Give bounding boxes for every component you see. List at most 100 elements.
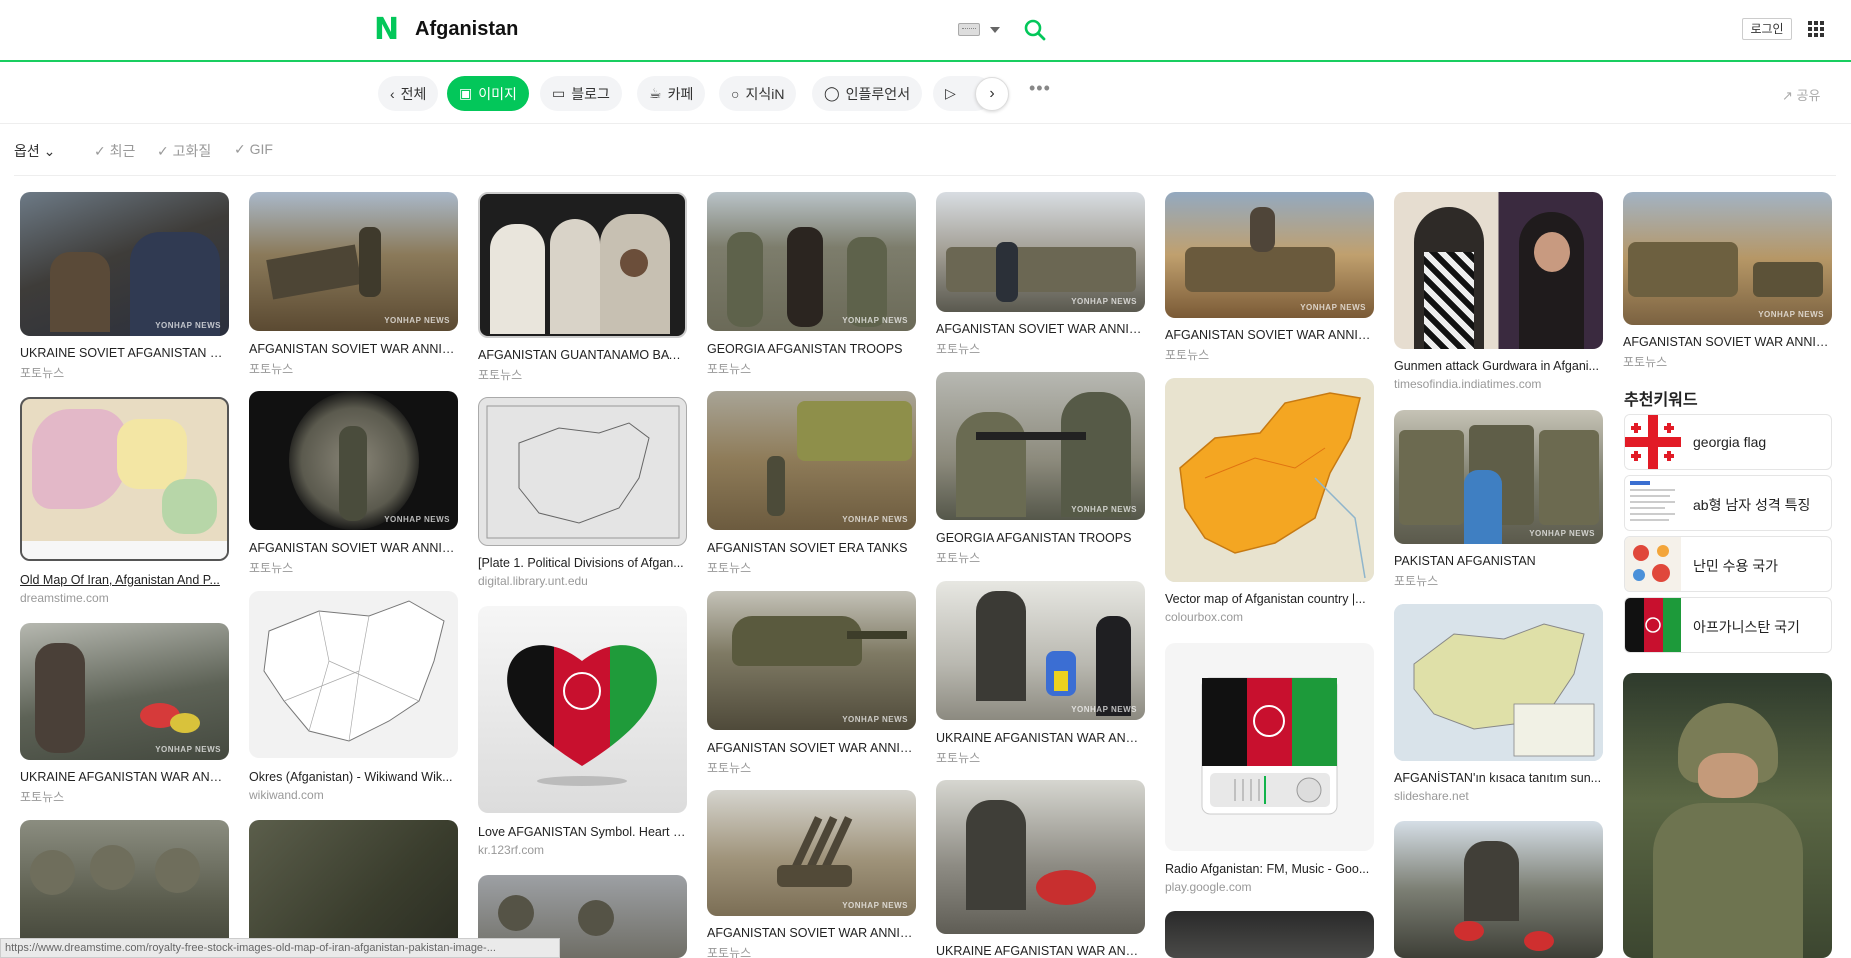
image-source[interactable]: 포토뉴스 [1394, 572, 1438, 589]
image-thumbnail[interactable]: YONHAP NEWS [707, 790, 916, 916]
image-thumbnail[interactable] [1623, 673, 1832, 958]
image-caption[interactable]: AFGANISTAN SOVIET WAR ANNIV... [707, 741, 917, 755]
image-caption[interactable]: AFGANISTAN SOVIET WAR ANNIV... [707, 926, 917, 940]
tab-all[interactable]: ‹ 전체 [378, 76, 439, 111]
image-source[interactable]: 포토뉴스 [936, 549, 980, 566]
image-source[interactable]: digital.library.unt.edu [478, 574, 588, 588]
image-caption[interactable]: UKRAINE AFGANISTAN WAR ANNI... [936, 731, 1146, 745]
image-thumbnail[interactable] [1394, 192, 1603, 349]
image-thumbnail[interactable]: YONHAP NEWS [20, 623, 229, 760]
recommended-keyword[interactable]: ab형 남자 성격 특징 [1624, 475, 1832, 531]
image-source[interactable]: slideshare.net [1394, 789, 1469, 803]
image-caption[interactable]: AFGANISTAN SOVIET WAR ANNIV... [249, 342, 459, 356]
image-source[interactable]: 포토뉴스 [707, 360, 751, 377]
naver-logo[interactable]: N [374, 15, 401, 45]
image-thumbnail[interactable]: YONHAP NEWS [707, 391, 916, 530]
image-thumbnail[interactable]: YONHAP NEWS [249, 192, 458, 331]
image-thumbnail[interactable]: YONHAP NEWS [936, 372, 1145, 520]
image-thumbnail[interactable] [1394, 604, 1603, 761]
image-thumbnail[interactable] [936, 780, 1145, 934]
image-caption[interactable]: [Plate 1. Political Divisions of Afgan..… [478, 556, 688, 570]
image-caption[interactable]: AFGANISTAN SOVIET WAR ANNIV... [1165, 328, 1375, 342]
image-thumbnail[interactable]: YONHAP NEWS [936, 192, 1145, 312]
image-thumbnail[interactable] [478, 397, 687, 546]
image-thumbnail[interactable] [1165, 643, 1374, 851]
search-query[interactable]: Afganistan [415, 18, 518, 41]
filter-recent[interactable]: ✓ 최근 [94, 141, 135, 161]
image-thumbnail[interactable]: YONHAP NEWS [20, 192, 229, 336]
keyboard-icon[interactable] [958, 23, 980, 36]
image-caption[interactable]: Radio Afganistan: FM, Music - Goo... [1165, 862, 1375, 876]
recommended-keyword[interactable]: georgia flag [1624, 414, 1832, 470]
image-caption[interactable]: UKRAINE AFGANISTAN WAR ANNI... [20, 770, 230, 784]
image-caption[interactable]: PAKISTAN AFGANISTAN [1394, 554, 1604, 568]
image-source[interactable]: dreamstime.com [20, 591, 109, 605]
tabs-next-button[interactable]: › [975, 77, 1009, 111]
image-thumbnail[interactable]: YONHAP NEWS [1394, 410, 1603, 544]
share-button[interactable]: ↗ 공유 [1782, 85, 1820, 104]
image-caption[interactable]: Okres (Afganistan) - Wikiwand Wik... [249, 770, 459, 784]
image-thumbnail[interactable]: YONHAP NEWS [1165, 192, 1374, 318]
tab-influencer[interactable]: ◯ 인플루언서 [812, 76, 923, 111]
image-source[interactable]: wikiwand.com [249, 788, 324, 802]
image-thumbnail[interactable] [249, 591, 458, 758]
image-thumbnail[interactable]: YONHAP NEWS [1623, 192, 1832, 325]
image-caption[interactable]: Gunmen attack Gurdwara in Afgani... [1394, 359, 1604, 373]
image-source[interactable]: 포토뉴스 [936, 340, 980, 357]
image-source[interactable]: 포토뉴스 [707, 559, 751, 576]
options-toggle[interactable]: 옵션 ⌄ [14, 141, 55, 161]
image-thumbnail[interactable]: YONHAP NEWS [936, 581, 1145, 720]
image-source[interactable]: 포토뉴스 [20, 364, 64, 381]
apps-grid-icon[interactable] [1808, 21, 1824, 37]
image-caption[interactable]: Old Map Of Iran, Afganistan And P... [20, 573, 230, 587]
image-caption[interactable]: Vector map of Afganistan country |... [1165, 592, 1375, 606]
image-caption[interactable]: Love AFGANISTAN Symbol. Heart F... [478, 825, 688, 839]
image-source[interactable]: 포토뉴스 [20, 788, 64, 805]
image-thumbnail[interactable] [1165, 911, 1374, 958]
image-source[interactable]: 포토뉴스 [936, 749, 980, 766]
image-caption[interactable]: UKRAINE AFGANISTAN WAR ANNI... [936, 944, 1146, 958]
image-source[interactable]: 포토뉴스 [707, 944, 751, 958]
image-caption[interactable]: AFGANİSTAN'ın kısaca tanıtım sun... [1394, 771, 1604, 785]
image-thumbnail[interactable] [1165, 378, 1374, 582]
recommended-keyword[interactable]: 난민 수용 국가 [1624, 536, 1832, 592]
image-thumbnail[interactable]: YONHAP NEWS [707, 591, 916, 730]
image-source[interactable]: 포토뉴스 [1623, 353, 1667, 370]
image-caption[interactable]: GEORGIA AFGANISTAN TROOPS [936, 531, 1146, 545]
image-thumbnail[interactable]: YONHAP NEWS [249, 391, 458, 530]
image-source[interactable]: timesofindia.indiatimes.com [1394, 377, 1541, 391]
search-icon[interactable] [1024, 19, 1046, 41]
tab-label: 카페 [667, 85, 694, 102]
image-source[interactable]: 포토뉴스 [707, 759, 751, 776]
image-thumbnail[interactable] [478, 192, 687, 338]
image-caption[interactable]: AFGANISTAN SOVIET ERA TANKS [707, 541, 917, 555]
tab-cafe[interactable]: ☕ 카페 [637, 76, 706, 111]
image-thumbnail[interactable]: YONHAP NEWS [707, 192, 916, 331]
filter-hires[interactable]: ✓ 고화질 [157, 141, 211, 161]
image-thumbnail[interactable] [20, 397, 229, 561]
recommended-keyword[interactable]: 아프가니스탄 국기 [1624, 597, 1832, 653]
image-caption[interactable]: AFGANISTAN SOVIET WAR ANNIV... [936, 322, 1146, 336]
login-button[interactable]: 로그인 [1742, 18, 1792, 40]
tab-blog[interactable]: ▭ 블로그 [540, 76, 622, 111]
tab-kin[interactable]: ○ 지식iN [719, 76, 797, 111]
tab-images[interactable]: ▣ 이미지 [447, 76, 529, 111]
image-source[interactable]: play.google.com [1165, 880, 1252, 894]
chevron-down-icon[interactable] [990, 27, 1000, 33]
image-thumbnail[interactable] [1394, 821, 1603, 958]
image-caption[interactable]: AFGANISTAN SOVIET WAR ANNIV... [249, 541, 459, 555]
image-caption[interactable]: UKRAINE SOVIET AFGANISTAN W... [20, 346, 230, 360]
filter-gif[interactable]: ✓ GIF [234, 141, 273, 158]
image-source[interactable]: 포토뉴스 [478, 366, 522, 383]
image-thumbnail[interactable] [478, 606, 687, 813]
image-source[interactable]: 포토뉴스 [249, 360, 293, 377]
image-source[interactable]: 포토뉴스 [1165, 346, 1209, 363]
image-caption[interactable]: AFGANISTAN SOVIET WAR ANNIV... [1623, 335, 1833, 349]
image-source[interactable]: 포토뉴스 [249, 559, 293, 576]
tab-label: 이미지 [478, 85, 517, 102]
more-icon[interactable]: ••• [1029, 78, 1051, 99]
image-caption[interactable]: AFGANISTAN GUANTANAMO BAY ... [478, 348, 688, 362]
image-source[interactable]: colourbox.com [1165, 610, 1243, 624]
image-caption[interactable]: GEORGIA AFGANISTAN TROOPS [707, 342, 917, 356]
image-source[interactable]: kr.123rf.com [478, 843, 544, 857]
